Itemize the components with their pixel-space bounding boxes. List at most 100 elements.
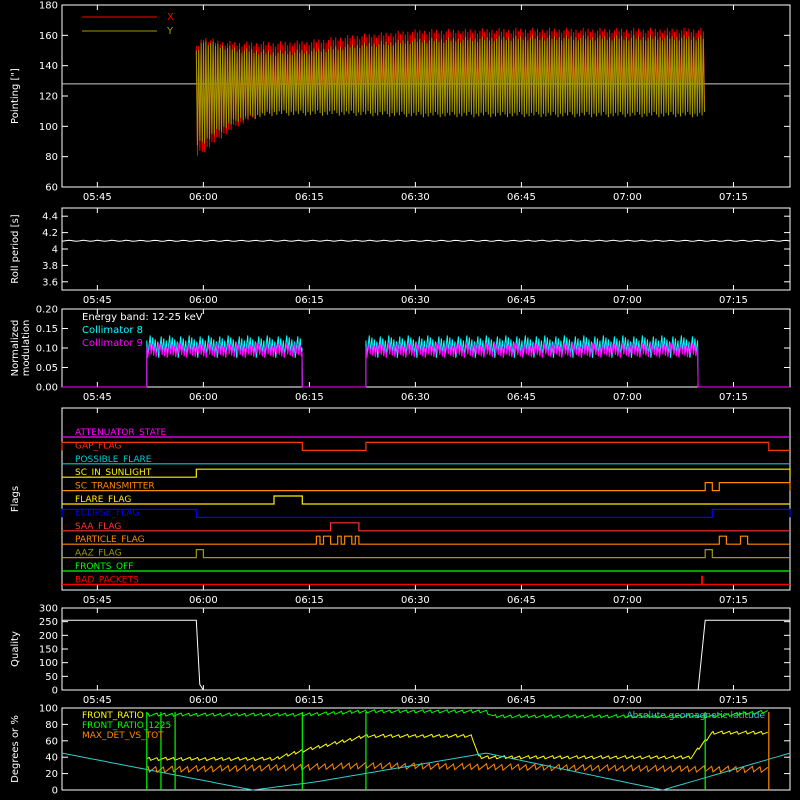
flag-label-eclipse-flag: ECLIPSE_FLAG	[75, 508, 139, 518]
quality-ylabel: Quality	[10, 631, 21, 667]
ratios-line-front-ratio	[146, 730, 768, 762]
pointing-ytick-label: 160	[39, 31, 58, 42]
quality-ytick-label: 0	[52, 686, 58, 697]
modulation-xtick-label: 06:15	[295, 392, 324, 403]
ratios-ylabel: Degrees or %	[10, 715, 21, 783]
modulation-ytick-label: 0.20	[36, 305, 58, 316]
ratios-ytick-label: 80	[45, 720, 58, 731]
roll-frame	[61, 207, 791, 291]
modulation-xtick-label: 06:45	[507, 392, 536, 403]
roll-xtick-label: 06:30	[401, 295, 430, 306]
modulation-xtick-label: 06:00	[189, 392, 218, 403]
ratios-ytick-label: 60	[45, 736, 58, 747]
modulation-ylabel: modulation	[21, 320, 32, 377]
flag-label-fronts-off: FRONTS_OFF	[75, 562, 133, 572]
pointing-xtick-label: 07:15	[719, 192, 748, 203]
flag-line-aaz-flag	[62, 548, 790, 559]
quality-xtick-label: 06:30	[401, 695, 430, 706]
modulation-legend-collimator-9: Collimator 9	[82, 338, 143, 349]
pointing-xtick-label: 06:30	[401, 192, 430, 203]
modulation-xtick-label: 07:00	[613, 392, 642, 403]
ratios-ytick-label: 0	[52, 786, 58, 797]
roll-ylabel: Roll period [s]	[10, 214, 21, 283]
flags-frame	[61, 407, 791, 591]
flag-line-sc-in-sunlight	[62, 468, 791, 478]
pointing-legend-y: Y	[166, 26, 174, 37]
flags-xtick-label: 06:45	[507, 595, 536, 606]
ratios-legend-1: FRONT_RATIO_1225	[82, 721, 171, 731]
flags-xtick-label: 06:00	[189, 595, 218, 606]
flags-xtick-label: 06:15	[295, 595, 324, 606]
roll-ytick-label: 4	[52, 245, 58, 256]
pointing-ytick-label: 140	[39, 61, 58, 72]
flags-ylabel: Flags	[10, 486, 21, 512]
modulation-ytick-label: 0.00	[36, 383, 58, 394]
pointing-ytick-label: 60	[45, 183, 58, 194]
flag-line-gap-flag	[61, 441, 790, 451]
modulation-ytick-label: 0.10	[36, 344, 58, 355]
quality-xtick-label: 06:45	[507, 695, 536, 706]
pointing-ylabel: Pointing ["]	[10, 68, 21, 124]
roll-ytick-label: 3.6	[42, 277, 58, 288]
flag-line-particle-flag	[62, 535, 790, 545]
pointing-ytick-label: 100	[39, 122, 58, 133]
roll-xtick-label: 07:15	[719, 295, 748, 306]
modulation-annotation: Energy band: 12-25 keV	[82, 312, 203, 323]
flag-label-attenuator-state: ATTENUATOR_STATE	[75, 428, 167, 438]
ratios-line-max-det-vs-tot	[146, 761, 769, 774]
quality-ytick-label: 200	[39, 631, 58, 642]
ratios-legend-latitude: Absolute geomagnetic latitude	[626, 711, 765, 721]
flag-line-flare-flag	[62, 495, 790, 505]
quality-line	[62, 619, 790, 691]
modulation-xtick-label: 07:15	[719, 392, 748, 403]
modulation-ytick-label: 0.15	[36, 324, 58, 335]
diagnostics-chart: Pointing ["] 05:45 06:00 06:15 06:30 06:45 07:…	[10, 1, 791, 797]
roll-ytick-label: 3.8	[42, 261, 58, 272]
flag-label-particle-flag: PARTICLE_FLAG	[75, 535, 145, 545]
modulation-legend-collimator-8: Collimator 8	[82, 325, 143, 336]
ratios-ytick-label: 40	[45, 753, 58, 764]
pointing-series-y	[195, 35, 705, 146]
quality-xtick-label: 05:45	[83, 695, 112, 706]
quality-xtick-label: 07:00	[613, 695, 642, 706]
ratios-ytick-label: 100	[39, 704, 58, 715]
modulation-ytick-label: 0.05	[36, 363, 58, 374]
quality-ytick-label: 150	[39, 645, 58, 656]
roll-xtick-label: 07:00	[613, 295, 642, 306]
quality-xtick-label: 06:15	[295, 695, 324, 706]
flag-label-sc-in-sunlight: SC_IN_SUNLIGHT	[75, 468, 152, 478]
quality-xtick-label: 06:00	[189, 695, 218, 706]
flag-label-gap-flag: GAP_FLAG	[75, 441, 121, 451]
flag-label-bad-packets: BAD_PACKETS	[75, 575, 139, 585]
flag-line-sc-transmitter	[62, 482, 791, 492]
pointing-ytick-label: 180	[39, 1, 58, 12]
pointing-xtick-label: 06:45	[507, 192, 536, 203]
pointing-ytick-label: 120	[39, 92, 58, 103]
flag-label-aaz-flag: AAZ_FLAG	[75, 549, 122, 559]
modulation-xtick-label: 05:45	[83, 392, 112, 403]
roll-xtick-label: 06:45	[507, 295, 536, 306]
modulation-line-1	[62, 335, 790, 388]
quality-ytick-label: 250	[39, 617, 58, 628]
flags-xtick-label: 07:00	[613, 595, 642, 606]
pointing-xtick-label: 06:00	[189, 192, 218, 203]
pointing-xtick-label: 06:15	[295, 192, 324, 203]
roll-xtick-label: 06:00	[189, 295, 218, 306]
roll-ytick-label: 4.4	[42, 212, 58, 223]
pointing-legend-x: X	[167, 12, 174, 23]
flag-label-sc-transmitter: SC_TRANSMITTER	[75, 482, 155, 492]
roll-xtick-label: 06:15	[295, 295, 324, 306]
ratios-legend-0: FRONT_RATIO	[82, 711, 144, 721]
pointing-xtick-label: 07:00	[613, 192, 642, 203]
ratios-legend-2: MAX_DET_VS_TOT	[82, 731, 164, 741]
pointing-xtick-label: 05:45	[83, 192, 112, 203]
roll-line	[61, 239, 791, 242]
quality-xtick-label: 07:15	[719, 695, 748, 706]
flag-label-flare-flag: FLARE_FLAG	[75, 495, 131, 505]
pointing-ytick-label: 80	[45, 152, 58, 163]
flag-line-bad-packets	[62, 575, 790, 586]
quality-ytick-label: 50	[45, 672, 58, 683]
roll-xtick-label: 05:45	[83, 295, 112, 306]
quality-ytick-label: 300	[39, 604, 58, 615]
quality-ytick-label: 100	[39, 658, 58, 669]
